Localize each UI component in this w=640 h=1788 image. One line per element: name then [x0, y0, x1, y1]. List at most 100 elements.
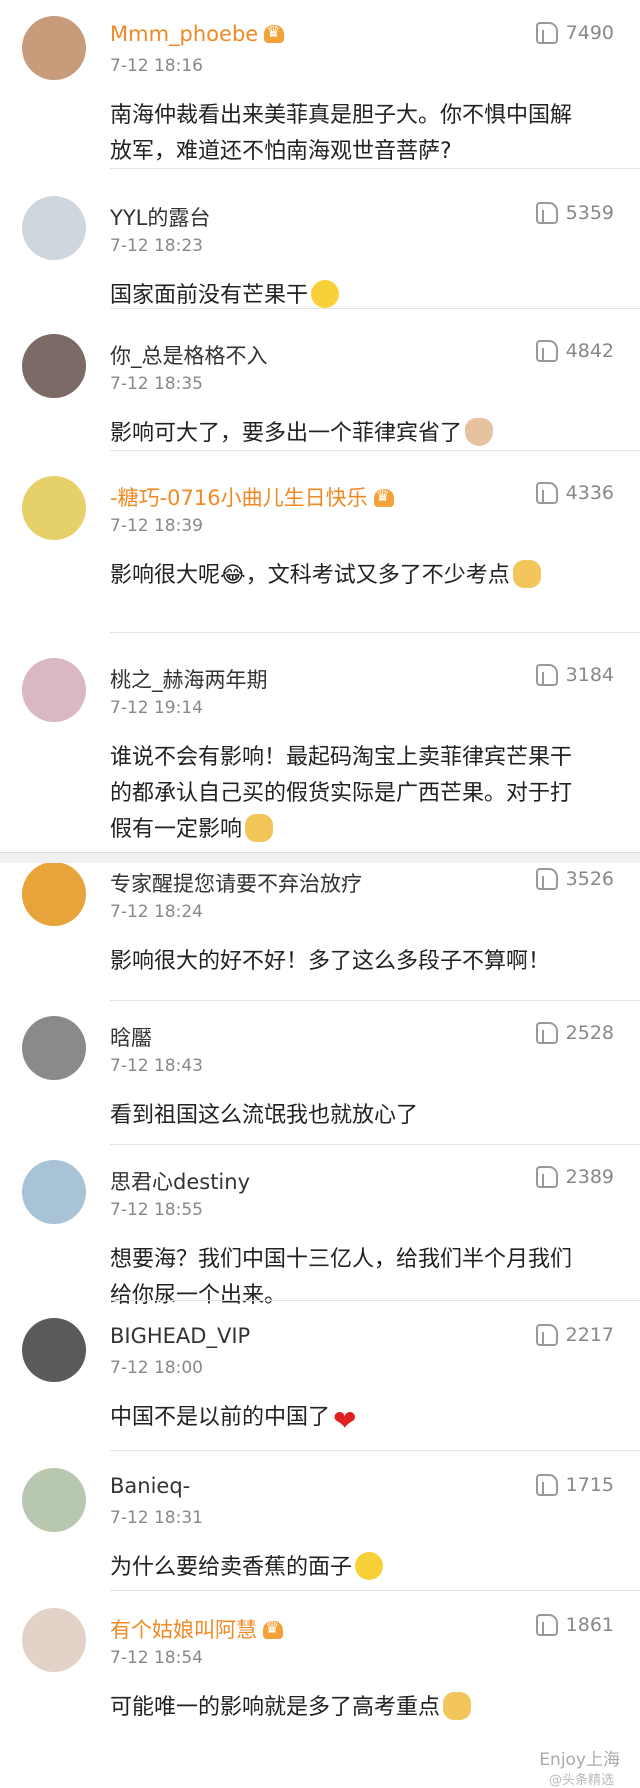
section-separator: [0, 852, 640, 863]
divider: [110, 1450, 640, 1451]
username[interactable]: -糖巧-0716小曲儿生日快乐: [110, 482, 394, 512]
username[interactable]: 有个姑娘叫阿慧: [110, 1614, 283, 1644]
doge-emoji-icon: [443, 1692, 472, 1720]
username[interactable]: Banieq-: [110, 1474, 190, 1498]
username-text: 有个姑娘叫阿慧: [110, 1618, 257, 1642]
timestamp: 7-12 18:54: [110, 1648, 203, 1668]
timestamp: 7-12 18:55: [110, 1200, 203, 1220]
thumbs-up-icon: [535, 1166, 558, 1188]
vip-crown-icon: [373, 486, 394, 507]
like-button[interactable]: 1715: [535, 1474, 614, 1496]
yellow-emoji-icon: [355, 1552, 384, 1580]
like-button[interactable]: 2389: [535, 1166, 614, 1188]
username[interactable]: 思君心destiny: [110, 1166, 250, 1196]
divider: [110, 632, 640, 633]
like-count: 1861: [565, 1614, 614, 1636]
thumbs-up-icon: [535, 1022, 558, 1044]
thumbs-up-icon: [535, 664, 558, 686]
like-count: 5359: [565, 202, 614, 224]
thumbs-up-icon: [535, 482, 558, 504]
like-button[interactable]: 3526: [535, 868, 614, 890]
username-text: 思君心destiny: [110, 1170, 250, 1194]
like-button[interactable]: 2528: [535, 1022, 614, 1044]
thumbs-up-icon: [535, 1474, 558, 1496]
username-text: 桃之_赫海两年期: [110, 668, 268, 692]
like-count: 2528: [565, 1022, 614, 1044]
comment-text: 谁说不会有影响！最起码淘宝上卖菲律宾芒果干的都承认自己买的假货实际是广西芒果。对…: [110, 745, 573, 842]
avatar[interactable]: [22, 1016, 86, 1080]
like-button[interactable]: 1861: [535, 1614, 614, 1636]
avatar[interactable]: [22, 1318, 86, 1382]
timestamp: 7-12 18:00: [110, 1358, 203, 1378]
comment-text: 为什么要给卖香蕉的面子: [110, 1550, 590, 1586]
divider: [110, 450, 640, 451]
timestamp: 7-12 18:24: [110, 902, 203, 922]
like-count: 3184: [565, 664, 614, 686]
username-text: 晗靨: [110, 1026, 152, 1050]
doge-emoji-icon: [245, 814, 274, 842]
like-count: 2389: [565, 1166, 614, 1188]
weibo-mark: @头条精选: [548, 1773, 614, 1788]
avatar[interactable]: [22, 16, 86, 80]
avatar[interactable]: [22, 1468, 86, 1532]
divider: [110, 1144, 640, 1145]
timestamp: 7-12 18:31: [110, 1508, 203, 1528]
like-button[interactable]: 2217: [535, 1324, 614, 1346]
like-count: 1715: [565, 1474, 614, 1496]
username-text: Banieq-: [110, 1474, 191, 1498]
like-button[interactable]: 7490: [535, 22, 614, 44]
comment-text: 中国不是以前的中国了 ❤: [110, 1404, 357, 1437]
thumbs-up-icon: [535, 1324, 558, 1346]
avatar[interactable]: [22, 862, 86, 926]
yellow-emoji-icon: [311, 280, 340, 308]
timestamp: 7-12 19:14: [110, 698, 203, 718]
username[interactable]: 你_总是格格不入: [110, 340, 268, 370]
username-text: -糖巧-0716小曲儿生日快乐: [110, 486, 368, 510]
avatar[interactable]: [22, 476, 86, 540]
username[interactable]: Mmm_phoebe: [110, 22, 285, 46]
like-button[interactable]: 3184: [535, 664, 614, 686]
username[interactable]: BIGHEAD_VIP: [110, 1324, 250, 1348]
username-text: YYL的露台: [110, 206, 211, 230]
avatar[interactable]: [22, 1160, 86, 1224]
doge-emoji-icon: [512, 560, 541, 588]
divider: [110, 308, 640, 309]
thumbs-up-icon: [535, 1614, 558, 1636]
username[interactable]: 桃之_赫海两年期: [110, 664, 268, 694]
avatar[interactable]: [22, 658, 86, 722]
avatar[interactable]: [22, 1608, 86, 1672]
username-text: 专家醒提您请要不弃治放疗: [110, 872, 362, 896]
like-count: 2217: [565, 1324, 614, 1346]
vip-crown-icon: [264, 22, 285, 43]
like-count: 3526: [565, 868, 614, 890]
timestamp: 7-12 18:35: [110, 374, 203, 394]
watermark: Enjoy上海: [539, 1750, 620, 1770]
timestamp: 7-12 18:39: [110, 516, 203, 536]
username-text: 你_总是格格不入: [110, 344, 268, 368]
username[interactable]: 晗靨: [110, 1022, 152, 1052]
like-button[interactable]: 4842: [535, 340, 614, 362]
like-count: 4842: [565, 340, 614, 362]
username[interactable]: 专家醒提您请要不弃治放疗: [110, 868, 362, 898]
like-button[interactable]: 4336: [535, 482, 614, 504]
heart-emoji-icon: ❤: [333, 1404, 357, 1437]
divider: [110, 1000, 640, 1001]
like-button[interactable]: 5359: [535, 202, 614, 224]
timestamp: 7-12 18:43: [110, 1056, 203, 1076]
timestamp: 7-12 18:23: [110, 236, 203, 256]
comment-text: 看到祖国这么流氓我也就放心了: [110, 1103, 419, 1128]
comment-text: 影响可大了，要多出一个菲律宾省了: [110, 416, 590, 452]
timestamp: 7-12 18:16: [110, 56, 203, 76]
username[interactable]: YYL的露台: [110, 202, 210, 232]
thumbs-up-icon: [535, 202, 558, 224]
like-count: 7490: [565, 22, 614, 44]
cat-emoji-icon: [465, 418, 494, 446]
comment-text: 影响很大的好不好！多了这么多段子不算啊！: [110, 949, 551, 974]
vip-crown-icon: [263, 1618, 283, 1639]
thumbs-up-icon: [535, 340, 558, 362]
comment-text: 影响很大呢😂，文科考试又多了不少考点: [110, 558, 590, 594]
comment-text: 可能唯一的影响就是多了高考重点: [110, 1690, 590, 1726]
avatar[interactable]: [22, 196, 86, 260]
avatar[interactable]: [22, 334, 86, 398]
comment-text: 想要海？我们中国十三亿人，给我们半个月我们给你尿一个出来。: [110, 1247, 573, 1308]
